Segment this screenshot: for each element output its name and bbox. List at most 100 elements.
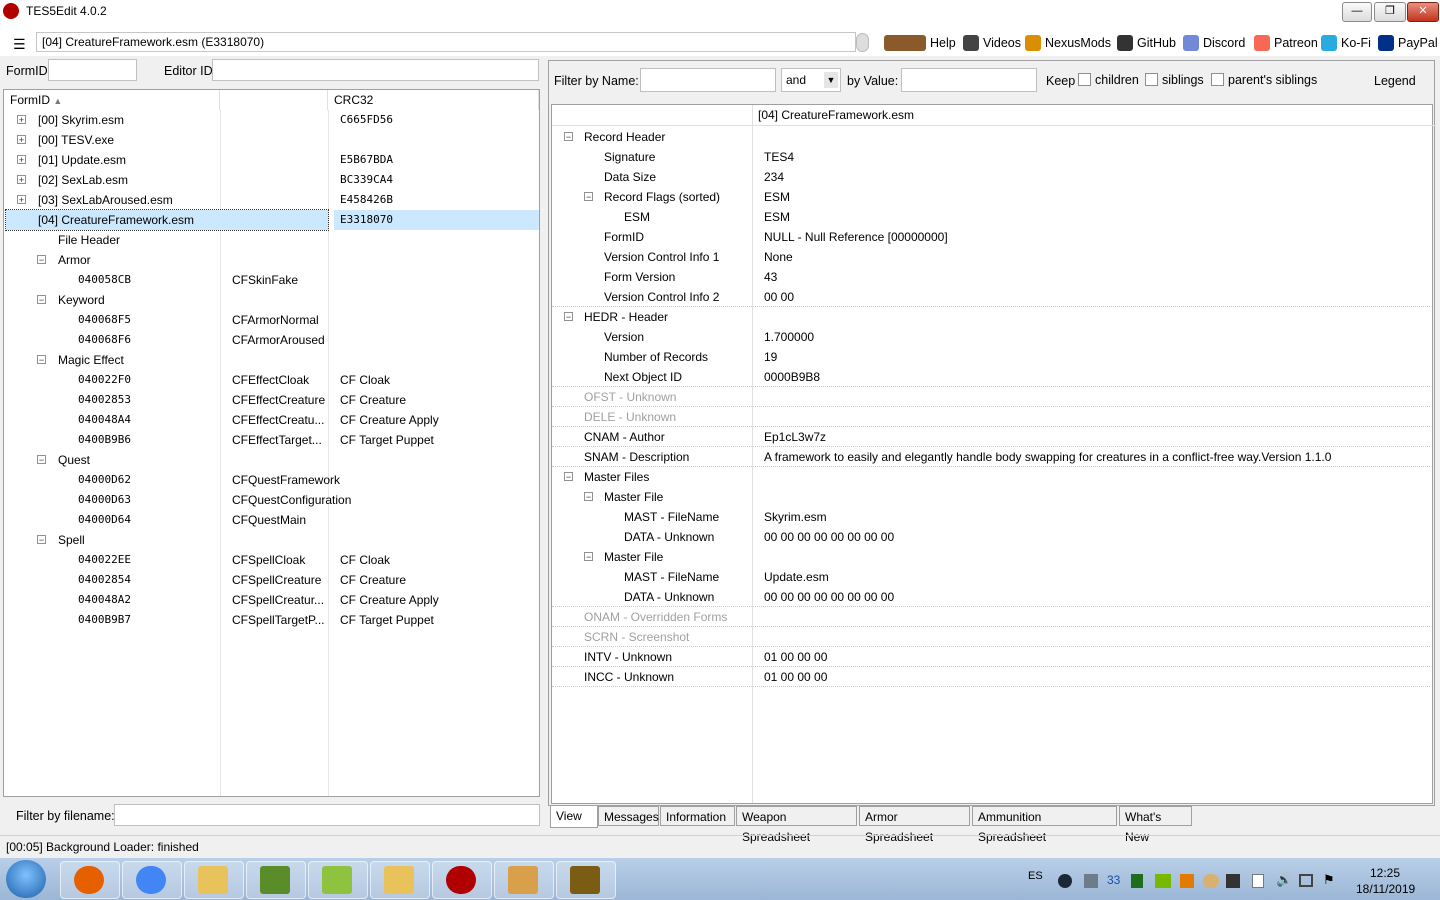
record-field-value[interactable]: None [764, 247, 793, 267]
tornado-taskbar-button[interactable] [494, 861, 554, 899]
record-row[interactable]: − Master File [552, 547, 1432, 567]
collapse-icon[interactable]: − [37, 295, 46, 305]
paypal-link[interactable]: PayPal [1378, 35, 1438, 51]
value-filter-input[interactable] [901, 68, 1037, 92]
record-row[interactable]: Version Control Info 1 None [552, 247, 1432, 267]
record-field-value[interactable]: 00 00 00 00 00 00 00 00 [764, 527, 894, 547]
record-field-value[interactable]: 19 [764, 347, 777, 367]
record-field-value[interactable]: 00 00 [764, 287, 794, 307]
record-row[interactable]: OFST - Unknown [552, 387, 1432, 407]
tray-counter[interactable]: 33 [1107, 873, 1120, 887]
record-row[interactable]: Signature TES4 [552, 147, 1432, 167]
tree-row[interactable]: 040048A4 CFEffectCreatu... CF Creature App… [4, 410, 539, 430]
file-tree[interactable]: FormID ▲ CRC32 + [00] Skyrim.esm C665FD56 +… [3, 89, 540, 797]
tree-row[interactable]: − Keyword [4, 290, 539, 310]
tab-what-s-new[interactable]: What's New [1119, 806, 1192, 844]
tab-weapon-spreadsheet[interactable]: Weapon Spreadsheet [736, 806, 857, 844]
maximize-button[interactable]: ❐ [1374, 2, 1406, 22]
tree-row[interactable]: + [02] SexLab.esm BC339CA4 [4, 170, 539, 190]
collapse-icon[interactable]: − [37, 535, 46, 545]
volume-icon[interactable]: 🔊 [1276, 872, 1292, 888]
tray-tornado-icon[interactable] [1203, 874, 1219, 888]
tree-row[interactable]: 040022F0 CFEffectCloak CF Cloak [4, 370, 539, 390]
record-row[interactable]: Form Version 43 [552, 267, 1432, 287]
operator-select[interactable]: and ▼ [781, 68, 841, 92]
tree-row[interactable]: 04002853 CFEffectCreature CF Creature [4, 390, 539, 410]
record-row[interactable]: − HEDR - Header [552, 307, 1432, 327]
legend-button[interactable]: Legend [1374, 74, 1416, 88]
record-field-value[interactable]: 43 [764, 267, 777, 287]
network-icon[interactable] [1299, 874, 1313, 887]
tree-row[interactable]: 040068F5 CFArmorNormal [4, 310, 539, 330]
parents-siblings-checkbox[interactable]: parent's siblings [1211, 73, 1317, 87]
tree-row[interactable]: File Header [4, 230, 539, 250]
record-row[interactable]: DATA - Unknown 00 00 00 00 00 00 00 00 [552, 587, 1432, 607]
patreon-link[interactable]: Patreon [1254, 35, 1318, 51]
record-tree[interactable]: [04] CreatureFramework.esm − Record Heade… [551, 104, 1436, 804]
record-field-value[interactable]: 1.700000 [764, 327, 814, 347]
record-row[interactable]: MAST - FileName Skyrim.esm [552, 507, 1432, 527]
column-header-formid[interactable]: FormID ▲ [4, 90, 220, 110]
expand-icon[interactable]: + [17, 115, 26, 125]
record-row[interactable]: MAST - FileName Update.esm [552, 567, 1432, 587]
tab-ammunition-spreadsheet[interactable]: Ammunition Spreadsheet [972, 806, 1117, 844]
tab-armor-spreadsheet[interactable]: Armor Spreadsheet [859, 806, 970, 844]
editorid-filter-input[interactable] [212, 59, 539, 81]
tree-row[interactable]: 040022EE CFSpellCloak CF Cloak [4, 550, 539, 570]
notepad-plus-taskbar-button[interactable] [308, 861, 368, 899]
tab-messages[interactable]: Messages [598, 806, 659, 826]
record-row[interactable]: − Record Header [552, 127, 1432, 147]
record-row[interactable]: − Record Flags (sorted) ESM [552, 187, 1432, 207]
ko-fi-link[interactable]: Ko-Fi [1321, 35, 1371, 51]
nvidia-icon[interactable] [1155, 874, 1171, 888]
record-field-value[interactable]: A framework to easily and elegantly hand… [764, 447, 1331, 467]
tray-orange-icon[interactable] [1180, 874, 1194, 888]
record-row[interactable]: DATA - Unknown 00 00 00 00 00 00 00 00 [552, 527, 1432, 547]
record-row[interactable]: Version Control Info 2 00 00 [552, 287, 1432, 307]
folder-taskbar-button[interactable] [184, 861, 244, 899]
tree-row[interactable]: 040068F6 CFArmorAroused [4, 330, 539, 350]
tree-row[interactable]: 040048A2 CFSpellCreatur... CF Creature App… [4, 590, 539, 610]
record-field-value[interactable]: 01 00 00 00 [764, 647, 827, 667]
record-row[interactable]: Number of Records 19 [552, 347, 1432, 367]
tree-row[interactable]: + [01] Update.esm E5B67BDA [4, 150, 539, 170]
collapse-icon[interactable]: − [37, 355, 46, 365]
record-field-value[interactable]: 01 00 00 00 [764, 667, 827, 687]
record-row[interactable]: − Master Files [552, 467, 1432, 487]
tree-row[interactable]: −[04] CreatureFramework.esmE3318070 [4, 209, 539, 231]
tree-row[interactable]: − Magic Effect [4, 350, 539, 370]
name-filter-input[interactable] [640, 68, 776, 92]
filename-filter-input[interactable] [114, 804, 540, 826]
tree-row[interactable]: 040058CB CFSkinFake [4, 270, 539, 290]
flag-icon[interactable]: ⚑ [1323, 872, 1335, 888]
tree-row[interactable]: − Armor [4, 250, 539, 270]
record-field-value[interactable]: Ep1cL3w7z [764, 427, 826, 447]
collapse-icon[interactable]: − [564, 132, 573, 142]
folder-taskbar-button[interactable] [370, 861, 430, 899]
record-field-value[interactable]: 00 00 00 00 00 00 00 00 [764, 587, 894, 607]
record-row[interactable]: − Master File [552, 487, 1432, 507]
start-button[interactable] [6, 860, 46, 898]
record-field-value[interactable]: TES4 [764, 147, 794, 167]
record-field-value[interactable]: ESM [764, 187, 790, 207]
expand-icon[interactable]: + [17, 155, 26, 165]
record-row[interactable]: CNAM - Author Ep1cL3w7z [552, 427, 1432, 447]
tree-row[interactable]: 0400B9B6 CFEffectTarget... CF Target Puppe… [4, 430, 539, 450]
tree-row[interactable]: 04000D64 CFQuestMain [4, 510, 539, 530]
collapse-icon[interactable]: − [584, 192, 593, 202]
language-indicator[interactable]: ES [1028, 870, 1043, 882]
collapse-icon[interactable]: − [37, 255, 46, 265]
tray-chip-icon[interactable] [1226, 874, 1240, 888]
collapse-icon[interactable]: − [37, 455, 46, 465]
tree-row[interactable]: + [03] SexLabAroused.esm E458426B [4, 190, 539, 210]
tree-row[interactable]: 04002854 CFSpellCreature CF Creature [4, 570, 539, 590]
menu-icon[interactable]: ☰ [13, 36, 26, 53]
record-row[interactable]: Version 1.700000 [552, 327, 1432, 347]
siblings-checkbox[interactable]: siblings [1145, 73, 1204, 87]
firefox-taskbar-button[interactable] [60, 861, 120, 899]
record-field-value[interactable]: NULL - Null Reference [00000000] [764, 227, 948, 247]
minecraft-taskbar-button[interactable] [246, 861, 306, 899]
collapse-icon[interactable]: − [564, 472, 573, 482]
record-row[interactable]: ONAM - Overridden Forms [552, 607, 1432, 627]
collapse-icon[interactable]: − [584, 552, 593, 562]
